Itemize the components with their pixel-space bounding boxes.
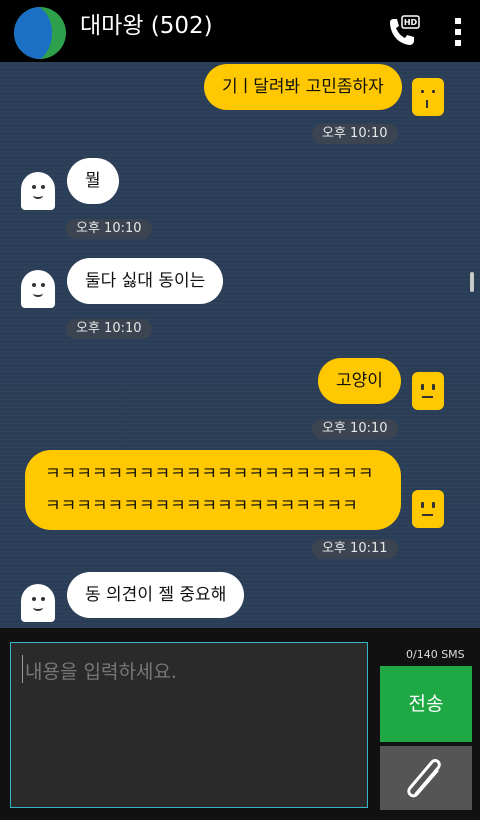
paperclip-icon <box>407 759 441 798</box>
scrollbar-thumb[interactable] <box>470 272 474 292</box>
message-list[interactable]: 기ㅣ달려봐 고민좀하자 오후 10:10 뭘 오후 10:10 둘다 싫대 동이… <box>0 62 480 628</box>
attach-button[interactable] <box>380 746 472 810</box>
more-vert-icon[interactable] <box>452 14 464 50</box>
friend-message-bubble[interactable]: 뭘 <box>67 158 119 204</box>
my-avatar-icon[interactable] <box>412 372 444 410</box>
chat-title[interactable]: 대마왕 (502) <box>80 6 213 40</box>
char-counter: 0/140 SMS <box>406 648 465 661</box>
message-timestamp: 오후 10:10 <box>312 419 398 439</box>
my-message-bubble[interactable]: ㅋㅋㅋㅋㅋㅋㅋㅋㅋㅋㅋㅋㅋㅋㅋㅋㅋㅋㅋㅋㅋㅋㅋㅋㅋㅋㅋㅋㅋㅋㅋㅋㅋㅋㅋㅋㅋㅋㅋㅋ… <box>25 450 401 530</box>
message-timestamp: 오후 10:10 <box>312 124 398 144</box>
friend-message-bubble[interactable]: 둘다 싫대 동이는 <box>67 258 224 304</box>
my-message-bubble[interactable]: 고양이 <box>318 358 401 404</box>
message-input-placeholder: 내용을 입력하세요. <box>25 661 177 683</box>
friend-avatar-icon[interactable] <box>21 270 55 308</box>
message-timestamp: 오후 10:10 <box>66 219 152 239</box>
avatar[interactable] <box>14 7 66 59</box>
friend-message-bubble[interactable]: 동 의견이 젤 중요해 <box>67 572 245 618</box>
hd-call-icon[interactable]: HD <box>386 14 420 50</box>
message-timestamp: 오후 10:10 <box>66 319 152 339</box>
message-timestamp: 오후 10:11 <box>312 539 398 559</box>
composer-bar: 내용을 입력하세요. 0/140 SMS 전송 <box>0 628 480 820</box>
send-button[interactable]: 전송 <box>380 666 472 742</box>
my-message-bubble[interactable]: 기ㅣ달려봐 고민좀하자 <box>204 64 402 110</box>
my-avatar-icon[interactable] <box>412 490 444 528</box>
friend-avatar-icon[interactable] <box>21 584 55 622</box>
svg-text:HD: HD <box>404 18 418 27</box>
my-avatar-icon[interactable] <box>412 78 444 116</box>
chat-header: 대마왕 (502) HD <box>0 0 480 62</box>
friend-avatar-icon[interactable] <box>21 172 55 210</box>
message-input[interactable]: 내용을 입력하세요. <box>10 642 368 808</box>
